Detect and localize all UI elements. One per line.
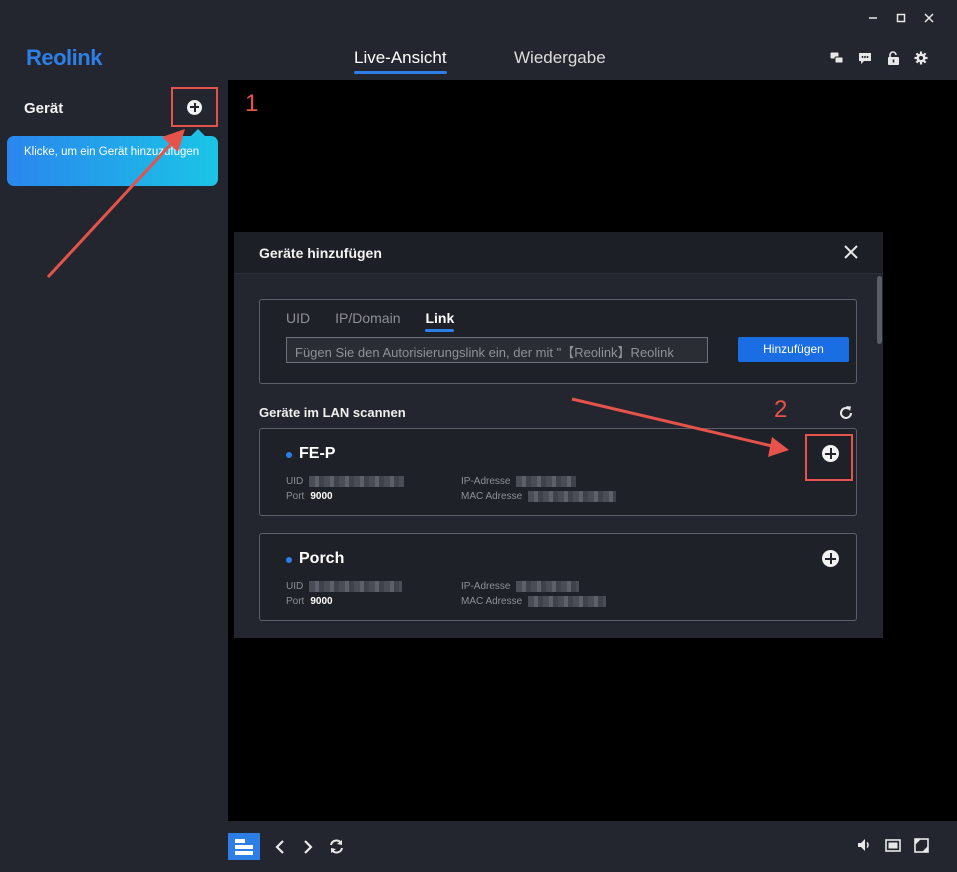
- device-mac-row: MAC Adresse: [461, 596, 607, 608]
- device-port-row: Port 9000: [286, 596, 333, 607]
- port-value: 9000: [310, 596, 333, 607]
- redacted-value: [516, 581, 580, 592]
- annotation-step-1: 1: [245, 90, 259, 117]
- uid-label: UID: [286, 581, 304, 593]
- device-uid-row: UID: [286, 581, 403, 593]
- redacted-value: [528, 491, 617, 502]
- sidebar-title: Gerät: [24, 100, 64, 117]
- chevron-right-icon[interactable]: [300, 839, 316, 855]
- device-card: Porch UID Port 9000 IP-Adresse MAC Adress…: [259, 533, 857, 621]
- fullscreen-icon[interactable]: [913, 837, 929, 853]
- plus-circle-icon: [822, 550, 839, 567]
- ip-label: IP-Adresse: [461, 476, 511, 488]
- tab-link[interactable]: Link: [425, 310, 454, 332]
- layout-list-icon[interactable]: [228, 833, 260, 860]
- device-sidebar: Gerät Klicke, um ein Gerät hinzuzufügen: [0, 80, 228, 821]
- add-method-panel: UID IP/Domain Link Fügen Sie den Autoris…: [259, 299, 857, 384]
- tab-uid[interactable]: UID: [286, 310, 310, 326]
- port-value: 9000: [310, 491, 333, 502]
- settings-icon[interactable]: [913, 50, 929, 66]
- dialog-close-icon[interactable]: [841, 242, 861, 262]
- app-window: Reolink Live-Ansicht Wiedergabe Gerät Kl…: [0, 0, 957, 872]
- chat-icon[interactable]: [857, 50, 873, 66]
- redacted-value: [528, 596, 607, 607]
- annotation-highlight-box: [805, 434, 853, 481]
- window-controls: [867, 8, 935, 28]
- minimize-icon[interactable]: [867, 8, 879, 28]
- ip-label: IP-Adresse: [461, 581, 511, 593]
- add-device-tooltip: Klicke, um ein Gerät hinzuzufügen: [7, 129, 218, 186]
- plus-circle-icon: [187, 99, 202, 115]
- port-label: Port: [286, 491, 305, 502]
- add-device-dialog: Geräte hinzufügen UID IP/Domain Link Füg…: [234, 232, 883, 638]
- close-icon[interactable]: [923, 8, 935, 28]
- redacted-value: [516, 476, 577, 487]
- tab-ip-domain[interactable]: IP/Domain: [335, 310, 400, 326]
- tab-playback[interactable]: Wiedergabe: [514, 48, 606, 68]
- add-link-button[interactable]: Hinzufügen: [738, 337, 849, 362]
- tab-live-view[interactable]: Live-Ansicht: [354, 48, 447, 74]
- redacted-value: [309, 476, 405, 487]
- reolink-logo: Reolink: [26, 45, 102, 70]
- device-name: FE-P: [299, 445, 336, 462]
- add-scanned-device-button[interactable]: [822, 550, 839, 567]
- device-port-row: Port 9000: [286, 491, 333, 502]
- unlock-icon[interactable]: [885, 50, 901, 66]
- cycle-icon[interactable]: [328, 839, 344, 855]
- maximize-icon[interactable]: [895, 8, 907, 28]
- status-dot-icon: [286, 557, 292, 563]
- device-card: FE-P UID Port 9000 IP-Adresse MAC Adresse: [259, 428, 857, 516]
- add-device-button[interactable]: [171, 87, 218, 127]
- screen-icon[interactable]: [885, 837, 901, 853]
- annotation-step-2: 2: [774, 396, 788, 423]
- mac-label: MAC Adresse: [461, 491, 523, 503]
- uid-label: UID: [286, 476, 304, 488]
- device-ip-row: IP-Adresse: [461, 581, 580, 593]
- volume-icon[interactable]: [857, 837, 873, 853]
- header-toolbar: [829, 50, 929, 66]
- add-method-tabs: UID IP/Domain Link: [286, 310, 479, 332]
- device-ip-row: IP-Adresse: [461, 476, 577, 488]
- redacted-value: [309, 581, 403, 592]
- lan-scan-title: Geräte im LAN scannen: [259, 405, 406, 420]
- mac-label: MAC Adresse: [461, 596, 523, 608]
- dialog-title: Geräte hinzufügen: [259, 245, 382, 261]
- port-label: Port: [286, 596, 305, 607]
- message-icon[interactable]: [829, 50, 845, 66]
- refresh-icon[interactable]: [838, 405, 854, 421]
- dialog-scrollbar[interactable]: [877, 276, 882, 344]
- dialog-header: Geräte hinzufügen: [234, 232, 883, 274]
- bottom-toolbar: [0, 821, 957, 872]
- device-uid-row: UID: [286, 476, 405, 488]
- chevron-left-icon[interactable]: [272, 839, 288, 855]
- device-mac-row: MAC Adresse: [461, 491, 617, 503]
- device-name: Porch: [299, 550, 345, 567]
- link-input[interactable]: Fügen Sie den Autorisierungslink ein, de…: [286, 337, 708, 363]
- status-dot-icon: [286, 452, 292, 458]
